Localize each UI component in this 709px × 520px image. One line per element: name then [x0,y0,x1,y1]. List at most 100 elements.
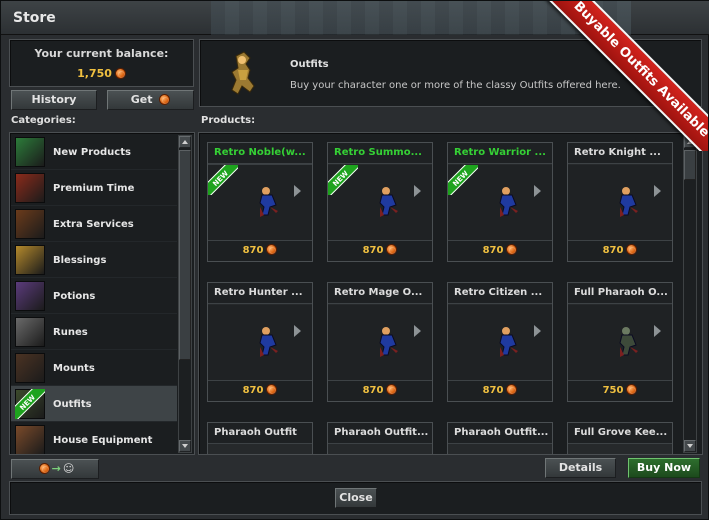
product-name: Pharaoh Outfit... [448,423,552,444]
product-price: 870 [328,240,432,261]
product-name: Full Pharaoh O... [568,283,672,304]
product-card[interactable]: Full Grove Kee... [567,422,673,454]
category-label: Premium Time [53,183,135,194]
products-heading: Products: [201,115,256,126]
product-card[interactable]: Retro Warrior ... NEW 870 [447,142,553,262]
product-name: Retro Hunter ... [208,283,312,304]
product-name: Retro Summo... [328,143,432,164]
tibia-coin-icon [506,384,518,395]
product-preview [568,165,672,240]
category-item[interactable]: Extra Services [11,206,177,242]
category-label: New Products [53,147,131,158]
product-name: Retro Warrior ... [448,143,552,164]
rotate-right-icon[interactable] [294,325,301,337]
window-title: Store [13,10,56,26]
category-item[interactable]: Outfits NEW [11,386,177,422]
product-card[interactable]: Full Pharaoh O... 750 [567,282,673,402]
tibia-coin-icon [626,244,638,255]
close-button[interactable]: Close [335,488,377,508]
scroll-down-arrow-icon[interactable] [179,440,191,452]
product-card[interactable]: Retro Citizen ... 870 [447,282,553,402]
price-value: 870 [242,385,264,396]
transfer-coins-button[interactable]: → ☺ [11,459,99,479]
buy-now-button[interactable]: Buy Now [628,458,700,478]
price-value: 870 [602,245,624,256]
rotate-right-icon[interactable] [654,325,661,337]
price-value: 870 [482,385,504,396]
product-card[interactable]: Retro Hunter ... 870 [207,282,313,402]
rotate-right-icon[interactable] [414,185,421,197]
tibia-coin-icon [114,68,126,79]
character-sprite-icon [619,187,638,217]
rotate-right-icon[interactable] [294,185,301,197]
scrollbar-thumb[interactable] [179,150,191,360]
balance-label: Your current balance: [34,47,169,60]
details-button[interactable]: Details [545,458,616,478]
tibia-coin-icon [386,384,398,395]
product-preview: NEW [448,165,552,240]
runes-icon [15,317,45,347]
products-scrollbar[interactable] [683,135,697,453]
get-coins-button[interactable]: Get [107,90,194,110]
outfit-preview-icon [231,51,255,95]
category-item[interactable]: Mounts [11,350,177,386]
category-item[interactable]: New Products [11,134,177,170]
price-value: 870 [482,245,504,256]
category-item[interactable]: Blessings [11,242,177,278]
balance-amount: 1,750 [10,67,193,80]
mounts-icon [15,353,45,383]
category-label: Potions [53,291,96,302]
scroll-up-arrow-icon[interactable] [179,136,191,148]
product-card[interactable]: Pharaoh Outfit... [327,422,433,454]
info-title: Outfits [290,59,329,70]
product-name: Pharaoh Outfit... [328,423,432,444]
product-preview [328,305,432,380]
character-icon: ☺ [62,462,75,475]
rotate-right-icon[interactable] [654,185,661,197]
new-badge-container: NEW [15,389,45,419]
transfer-arrow-icon: → [51,462,61,475]
new-badge-container: NEW [448,165,478,195]
rotate-right-icon[interactable] [414,325,421,337]
product-card[interactable]: Retro Mage O... 870 [327,282,433,402]
category-list: New Products Premium Time Extra Services Bl… [9,132,195,455]
scrollbar-thumb[interactable] [684,150,696,180]
category-item[interactable]: Potions [11,278,177,314]
scroll-down-arrow-icon[interactable] [684,440,696,452]
balance-panel: Your current balance: 1,750 [9,39,194,87]
character-sprite-icon [499,187,518,217]
price-value: 870 [362,245,384,256]
rotate-right-icon[interactable] [534,325,541,337]
product-card[interactable]: Pharaoh Outfit [207,422,313,454]
product-card[interactable]: Retro Knight ... 870 [567,142,673,262]
product-name: Retro Knight ... [568,143,672,164]
product-card[interactable]: Retro Summo... NEW 870 [327,142,433,262]
category-item[interactable]: Premium Time [11,170,177,206]
product-preview [208,305,312,380]
category-label: Runes [53,327,88,338]
tibia-coin-icon [159,94,171,105]
product-name: Pharaoh Outfit [208,423,312,444]
tibia-coin-icon [626,384,638,395]
new-badge-container: NEW [208,165,238,195]
product-preview [568,305,672,380]
rotate-right-icon[interactable] [534,185,541,197]
product-name: Retro Mage O... [328,283,432,304]
bottom-bar: Close [9,481,702,515]
get-label: Get [130,93,153,106]
product-card[interactable]: Pharaoh Outfit... [447,422,553,454]
product-card[interactable]: Retro Noble(w... NEW 870 [207,142,313,262]
product-price: 870 [328,380,432,401]
category-item[interactable]: Runes [11,314,177,350]
character-sprite-icon [619,327,638,357]
price-value: 870 [362,385,384,396]
store-window: Store Your current balance: 1,750 Histor… [0,0,709,520]
new-badge: NEW [328,165,358,195]
character-sprite-icon [499,327,518,357]
product-name: Full Grove Kee... [568,423,672,444]
history-button[interactable]: History [11,90,97,110]
balance-value: 1,750 [77,67,112,80]
category-item[interactable]: House Equipment [11,422,177,454]
tibia-coin-icon [266,244,278,255]
category-scrollbar[interactable] [178,135,192,453]
